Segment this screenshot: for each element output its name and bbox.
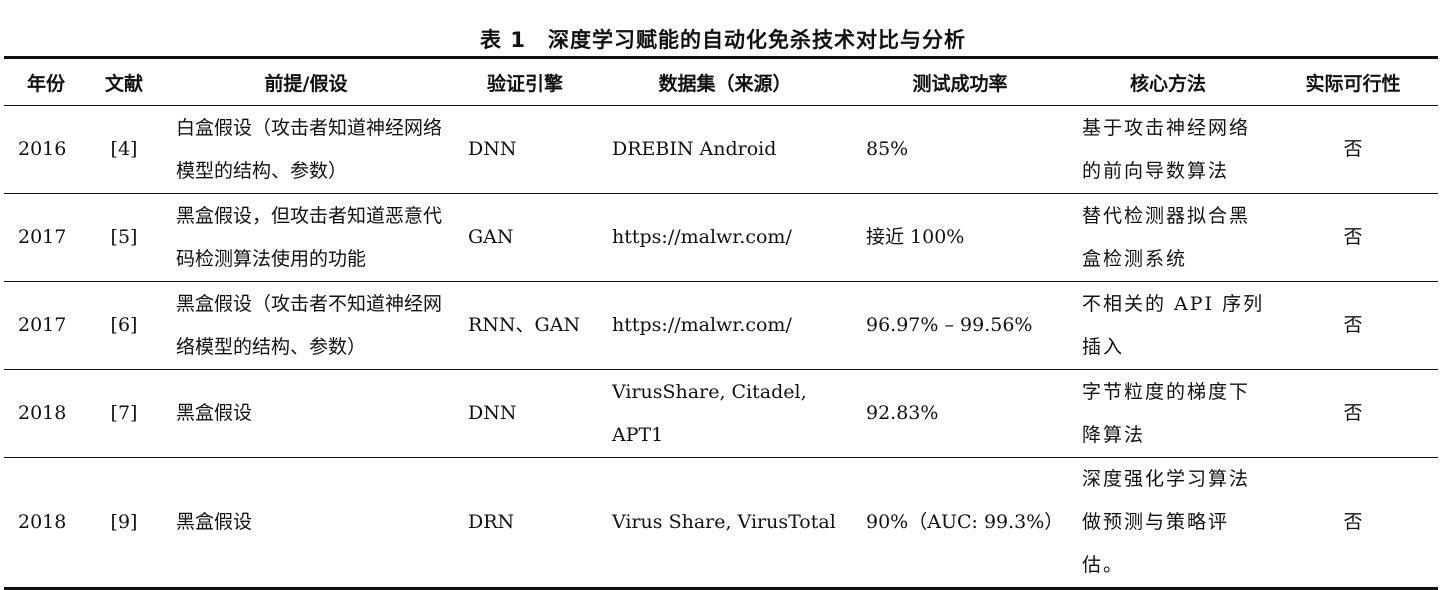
cell-rate: 92.83% <box>852 369 1068 458</box>
cell-rate: 85% <box>852 105 1068 194</box>
cell-ref: [5] <box>88 193 160 282</box>
cell-engine: DNN <box>452 105 598 194</box>
cell-dataset: DREBIN Android <box>598 105 852 194</box>
cell-feasible: 否 <box>1268 457 1438 590</box>
cell-engine: DNN <box>452 369 598 458</box>
cell-assumption: 黑盒假设 <box>160 457 452 590</box>
cell-ref: [6] <box>88 281 160 370</box>
header-method: 核心方法 <box>1068 56 1268 106</box>
cell-feasible: 否 <box>1268 105 1438 194</box>
header-feasible: 实际可行性 <box>1268 56 1438 106</box>
table-row: 2017 [6] 黑盒假设（攻击者不知道神经网络模型的结构、参数） RNN、GA… <box>4 281 1438 370</box>
cell-method: 深度强化学习算法做预测与策略评估。 <box>1068 457 1268 590</box>
cell-assumption: 黑盒假设，但攻击者知道恶意代码检测算法使用的功能 <box>160 193 452 282</box>
cell-rate: 96.97% – 99.56% <box>852 281 1068 370</box>
cell-year: 2018 <box>4 369 88 458</box>
cell-method: 替代检测器拟合黑盒检测系统 <box>1068 193 1268 282</box>
header-dataset: 数据集（来源） <box>598 56 852 106</box>
cell-year: 2018 <box>4 457 88 590</box>
header-engine: 验证引擎 <box>452 56 598 106</box>
cell-engine: RNN、GAN <box>452 281 598 370</box>
table-row: 2016 [4] 白盒假设（攻击者知道神经网络模型的结构、参数） DNN DRE… <box>4 105 1438 194</box>
cell-ref: [7] <box>88 369 160 458</box>
cell-feasible: 否 <box>1268 193 1438 282</box>
cell-assumption: 白盒假设（攻击者知道神经网络模型的结构、参数） <box>160 105 452 194</box>
cell-rate: 接近 100% <box>852 193 1068 282</box>
cell-ref: [4] <box>88 105 160 194</box>
table-row: 2017 [5] 黑盒假设，但攻击者知道恶意代码检测算法使用的功能 GAN ht… <box>4 193 1438 282</box>
table-row: 2018 [9] 黑盒假设 DRN Virus Share, VirusTota… <box>4 457 1438 590</box>
table-number: 表 1 <box>480 28 526 52</box>
header-rate: 测试成功率 <box>852 56 1068 106</box>
header-year: 年份 <box>4 56 88 106</box>
cell-method: 字节粒度的梯度下降算法 <box>1068 369 1268 458</box>
table-caption: 表 1 深度学习赋能的自动化免杀技术对比与分析 <box>0 24 1446 54</box>
table-title: 深度学习赋能的自动化免杀技术对比与分析 <box>547 28 966 52</box>
table-row: 2018 [7] 黑盒假设 DNN VirusShare, Citadel, A… <box>4 369 1438 458</box>
cell-method: 基于攻击神经网络的前向导数算法 <box>1068 105 1268 194</box>
cell-year: 2017 <box>4 281 88 370</box>
cell-feasible: 否 <box>1268 281 1438 370</box>
cell-dataset: https://malwr.com/ <box>598 193 852 282</box>
cell-feasible: 否 <box>1268 369 1438 458</box>
header-ref: 文献 <box>88 56 160 106</box>
cell-method: 不相关的 API 序列插入 <box>1068 281 1268 370</box>
cell-dataset: https://malwr.com/ <box>598 281 852 370</box>
cell-engine: GAN <box>452 193 598 282</box>
cell-ref: [9] <box>88 457 160 590</box>
cell-year: 2016 <box>4 105 88 194</box>
cell-rate: 90%（AUC: 99.3%） <box>852 457 1068 590</box>
header-assumption: 前提/假设 <box>160 56 452 106</box>
cell-year: 2017 <box>4 193 88 282</box>
cell-assumption: 黑盒假设 <box>160 369 452 458</box>
cell-dataset: VirusShare, Citadel, APT1 <box>598 369 852 458</box>
comparison-table: 年份 文献 前提/假设 验证引擎 数据集（来源） 测试成功率 核心方法 实际可行… <box>4 56 1438 590</box>
cell-assumption: 黑盒假设（攻击者不知道神经网络模型的结构、参数） <box>160 281 452 370</box>
cell-engine: DRN <box>452 457 598 590</box>
cell-dataset: Virus Share, VirusTotal <box>598 457 852 590</box>
header-row: 年份 文献 前提/假设 验证引擎 数据集（来源） 测试成功率 核心方法 实际可行… <box>4 56 1438 106</box>
